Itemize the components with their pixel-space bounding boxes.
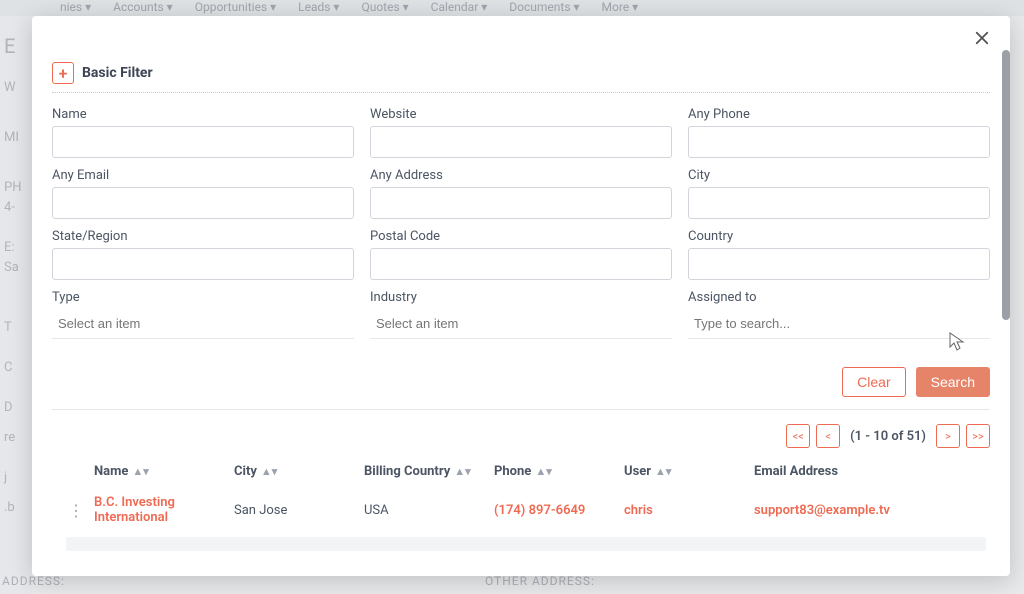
- cell-billing-country: USA: [364, 503, 494, 518]
- industry-label: Industry: [370, 290, 672, 305]
- table-header-row: Name▲▾ City▲▾ Billing Country▲▾ Phone▲▾ …: [66, 458, 986, 485]
- col-email: Email Address: [754, 464, 904, 479]
- name-label: Name: [52, 107, 354, 122]
- close-icon: [973, 29, 991, 47]
- modal-scrollbar[interactable]: [1002, 50, 1010, 320]
- type-select[interactable]: [52, 309, 354, 339]
- col-phone[interactable]: Phone▲▾: [494, 464, 624, 479]
- results-table: Name▲▾ City▲▾ Billing Country▲▾ Phone▲▾ …: [52, 458, 990, 551]
- page-info: (1 - 10 of 51): [846, 429, 930, 444]
- col-name[interactable]: Name▲▾: [94, 464, 234, 479]
- cell-user[interactable]: chris: [624, 503, 754, 518]
- country-label: Country: [688, 229, 990, 244]
- page-next-button[interactable]: >: [936, 424, 960, 448]
- table-row: ⋮ B.C. Investing International San Jose …: [66, 485, 986, 531]
- website-label: Website: [370, 107, 672, 122]
- industry-select[interactable]: [370, 309, 672, 339]
- postal-code-input[interactable]: [370, 248, 672, 280]
- state-region-label: State/Region: [52, 229, 354, 244]
- pagination: << < (1 - 10 of 51) > >>: [52, 424, 990, 448]
- filter-header: + Basic Filter: [52, 62, 990, 84]
- filter-grid: Name Website Any Phone Any Email Any Add…: [52, 107, 990, 339]
- plus-icon: +: [59, 64, 68, 83]
- city-input[interactable]: [688, 187, 990, 219]
- sort-icon: ▲▾: [132, 466, 148, 477]
- name-input[interactable]: [52, 126, 354, 158]
- filter-modal: + Basic Filter Name Website Any Phone An…: [32, 16, 1010, 576]
- page-prev-button[interactable]: <: [816, 424, 840, 448]
- close-button[interactable]: [968, 24, 996, 52]
- col-city[interactable]: City▲▾: [234, 464, 364, 479]
- col-billing-country[interactable]: Billing Country▲▾: [364, 464, 494, 479]
- country-input[interactable]: [688, 248, 990, 280]
- any-phone-label: Any Phone: [688, 107, 990, 122]
- filter-title: Basic Filter: [82, 65, 153, 81]
- cell-name[interactable]: B.C. Investing International: [94, 495, 234, 525]
- horizontal-scrollbar[interactable]: [66, 537, 986, 551]
- sort-icon: ▲▾: [261, 466, 277, 477]
- filter-actions: Clear Search: [52, 367, 990, 410]
- any-email-label: Any Email: [52, 168, 354, 183]
- assigned-to-input[interactable]: [688, 309, 990, 339]
- cell-phone[interactable]: (174) 897-6649: [494, 503, 624, 518]
- website-input[interactable]: [370, 126, 672, 158]
- any-address-input[interactable]: [370, 187, 672, 219]
- cell-city: San Jose: [234, 503, 364, 518]
- cell-email[interactable]: support83@example.tv: [754, 503, 904, 518]
- page-first-button[interactable]: <<: [786, 424, 810, 448]
- col-user[interactable]: User▲▾: [624, 464, 754, 479]
- sort-icon: ▲▾: [535, 466, 551, 477]
- type-label: Type: [52, 290, 354, 305]
- clear-button[interactable]: Clear: [842, 367, 905, 397]
- any-address-label: Any Address: [370, 168, 672, 183]
- any-email-input[interactable]: [52, 187, 354, 219]
- sort-icon: ▲▾: [454, 466, 470, 477]
- sort-icon: ▲▾: [655, 466, 671, 477]
- city-label: City: [688, 168, 990, 183]
- add-filter-button[interactable]: +: [52, 62, 74, 84]
- row-actions-button[interactable]: ⋮: [66, 501, 94, 520]
- state-region-input[interactable]: [52, 248, 354, 280]
- any-phone-input[interactable]: [688, 126, 990, 158]
- page-last-button[interactable]: >>: [966, 424, 990, 448]
- divider: [52, 92, 990, 93]
- search-button[interactable]: Search: [916, 367, 990, 397]
- postal-code-label: Postal Code: [370, 229, 672, 244]
- assigned-to-label: Assigned to: [688, 290, 990, 305]
